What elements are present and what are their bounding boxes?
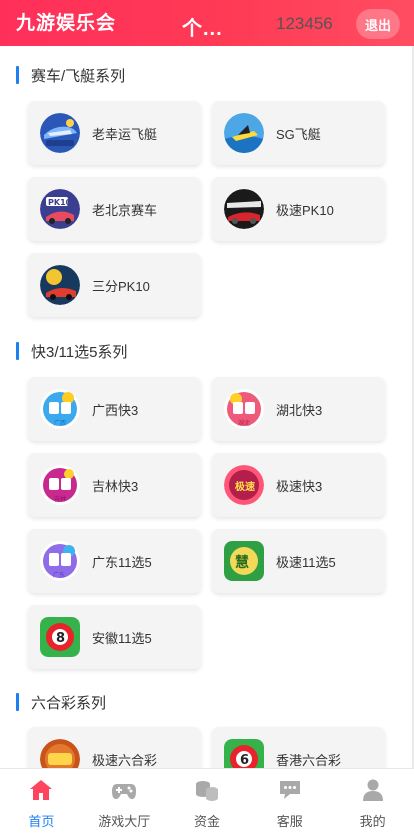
tab-label: 资金 [193,814,220,829]
speed-k3-icon: 极速 [224,465,264,505]
chat-icon [277,777,303,803]
hubei-k3-icon: 湖北 [224,389,264,429]
tab-game-hall[interactable]: 游戏大厅 [83,769,166,837]
tab-mine[interactable]: 我的 [331,769,414,837]
game-label: 极速PK10 [276,203,334,218]
three-min-pk10-icon [40,265,80,305]
game-card-beijing-racing[interactable]: PK10 老北京赛车 [28,177,201,241]
game-card-jilin-k3[interactable]: 吉林 吉林快3 [28,453,201,517]
game-card-three-min-pk10[interactable]: 三分PK10 [28,253,201,317]
home-icon [28,777,54,803]
logout-button[interactable]: 退出 [356,9,400,39]
svg-text:8: 8 [56,631,65,646]
game-label: 极速11选5 [276,555,336,570]
page: 九游娱乐会 个... 123456 退出 赛车/飞艇系列 老幸运飞艇 SG飞艇 … [0,0,414,837]
tab-label: 客服 [276,814,303,829]
svg-text:极速: 极速 [235,480,255,493]
speed-11x5-icon: 慧 [224,541,264,581]
hongkong-marksix-icon: 6 [224,739,264,768]
main-content[interactable]: 赛车/飞艇系列 老幸运飞艇 SG飞艇 PK10 老北京赛车 极速PK10 三分P… [0,46,414,768]
game-card-sg-airship[interactable]: SG飞艇 [212,101,385,165]
section-title-text: 快3/11选5系列 [31,343,128,361]
svg-text:慧: 慧 [235,554,249,571]
game-card-guangdong-11x5[interactable]: 广东 广东11选5 [28,529,201,593]
section-title-marksix: 六合彩系列 [16,692,106,712]
game-label: 广东11选5 [92,555,152,570]
balance: 123456 [276,14,333,33]
guangxi-k3-icon: 广西 [40,389,80,429]
speed-marksix-icon [40,739,80,768]
svg-text:PK10: PK10 [48,198,72,207]
section-marker [16,342,19,360]
game-label: 广西快3 [92,403,139,418]
game-label: 极速六合彩 [92,753,158,768]
speed-pk10-icon [224,189,264,229]
section-marker [16,66,19,84]
game-card-speed-k3[interactable]: 极速 极速快3 [212,453,385,517]
brand-title: 九游娱乐会 [16,13,117,34]
game-label: 老北京赛车 [92,203,158,218]
tab-label: 首页 [28,814,55,829]
game-card-lucky-airship[interactable]: 老幸运飞艇 [28,101,201,165]
svg-text:广东: 广东 [53,571,65,579]
game-label: 三分PK10 [92,279,150,294]
game-card-hongkong-marksix[interactable]: 6 香港六合彩 [212,727,385,768]
game-card-guangxi-k3[interactable]: 广西 广西快3 [28,377,201,441]
sg-airship-icon [224,113,264,153]
beijing-racing-icon: PK10 [40,189,80,229]
section-marker [16,693,19,711]
section-title-text: 六合彩系列 [31,694,107,712]
anhui-11x5-icon: 8 [40,617,80,657]
tab-label: 游戏大厅 [98,814,151,829]
game-card-hubei-k3[interactable]: 湖北 湖北快3 [212,377,385,441]
username[interactable]: 个... [182,12,223,41]
svg-text:6: 6 [240,753,249,768]
game-label: 香港六合彩 [276,753,342,768]
section-title-text: 赛车/飞艇系列 [31,67,126,85]
user-icon [360,777,386,803]
tab-home[interactable]: 首页 [0,769,83,837]
svg-text:广西: 广西 [54,419,66,427]
game-card-speed-pk10[interactable]: 极速PK10 [212,177,385,241]
game-label: 极速快3 [276,479,323,494]
jilin-k3-icon: 吉林 [40,465,80,505]
coins-icon [194,777,220,803]
top-header: 九游娱乐会 个... 123456 退出 [0,0,414,46]
game-card-speed-11x5[interactable]: 慧 极速11选5 [212,529,385,593]
bottom-tabbar: 首页 游戏大厅 资金 客服 我的 [0,768,414,837]
svg-text:吉林: 吉林 [54,495,66,503]
game-card-anhui-11x5[interactable]: 8 安徽11选5 [28,605,201,669]
tab-funds[interactable]: 资金 [166,769,249,837]
lucky-airship-icon [40,113,80,153]
game-label: 吉林快3 [92,479,139,494]
game-label: SG飞艇 [276,127,321,142]
guangdong-11x5-icon: 广东 [40,541,80,581]
section-title-k3-11x5: 快3/11选5系列 [16,341,127,361]
svg-text:湖北: 湖北 [238,419,250,427]
section-title-racing: 赛车/飞艇系列 [16,65,125,85]
tab-customer-service[interactable]: 客服 [248,769,331,837]
game-label: 湖北快3 [276,403,323,418]
gamepad-icon [111,777,137,803]
game-label: 安徽11选5 [92,631,152,646]
game-label: 老幸运飞艇 [92,127,158,142]
tab-label: 我的 [359,814,386,829]
game-card-speed-marksix[interactable]: 极速六合彩 [28,727,201,768]
